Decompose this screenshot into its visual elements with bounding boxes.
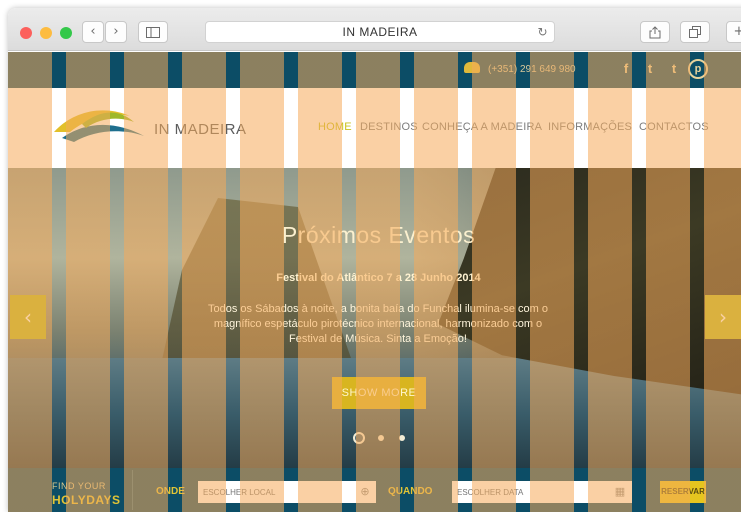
- sidebar-icon: [146, 27, 160, 38]
- address-text: IN MADEIRA: [342, 25, 418, 39]
- nav-destinos[interactable]: DESTINOS: [360, 121, 418, 133]
- chevron-right-icon: ›: [719, 305, 727, 329]
- onde-label: ONDE: [156, 486, 185, 497]
- date-input[interactable]: [452, 481, 632, 503]
- browser-titlebar: ‹ › IN MADEIRA ↻ +: [8, 8, 741, 51]
- hero-description: Todos os Sábados à noite, a bonita baía …: [208, 303, 548, 345]
- back-button[interactable]: ‹: [82, 21, 104, 43]
- next-slide-button[interactable]: ›: [705, 295, 741, 339]
- prev-slide-button[interactable]: ‹: [10, 295, 46, 339]
- hero-event-title: Festival do Atlântico 7 a 28 Junho 2014: [276, 272, 481, 284]
- zoom-window-button[interactable]: [60, 27, 72, 39]
- show-more-button[interactable]: SHOW MORE: [332, 377, 426, 409]
- pinterest-icon[interactable]: p: [688, 59, 708, 79]
- phone-icon: [464, 62, 480, 73]
- nav-conheca-a-madeira[interactable]: CONHEÇA A MADEIRA: [422, 121, 542, 133]
- close-window-button[interactable]: [20, 27, 32, 39]
- brand-name[interactable]: IN MADEIRA: [154, 121, 247, 138]
- holydays-label: HOLYDAYS: [52, 493, 121, 507]
- slide-dot-1[interactable]: [353, 432, 365, 444]
- reservar-button[interactable]: RESERVAR: [660, 481, 706, 503]
- share-icon: [649, 26, 661, 39]
- plus-icon: +: [733, 24, 741, 39]
- reload-icon[interactable]: ↻: [537, 22, 548, 42]
- nav-home[interactable]: HOME: [318, 121, 352, 133]
- address-bar[interactable]: IN MADEIRA ↻: [205, 21, 555, 43]
- phone-contact: (+351) 291 649 980: [464, 62, 576, 75]
- find-your-label: FIND YOUR: [52, 481, 106, 491]
- location-input[interactable]: [198, 481, 376, 503]
- calendar-icon[interactable]: ▦: [613, 485, 627, 499]
- sidebar-toggle-button[interactable]: [138, 21, 168, 43]
- site-topbar: (+351) 291 649 980 f t t p: [8, 52, 741, 88]
- hero-slider: Próximos Eventos Festival do Atlântico 7…: [8, 168, 741, 468]
- tumblr-icon[interactable]: t: [664, 59, 684, 79]
- booking-bar: FIND YOUR HOLYDAYS ONDE ⊕ QUANDO ▦ RESER…: [8, 468, 741, 512]
- slide-dot-3[interactable]: [399, 435, 405, 441]
- booking-divider: [132, 470, 133, 510]
- new-tab-button[interactable]: +: [726, 21, 741, 43]
- hero-title: Próximos Eventos: [281, 222, 476, 248]
- location-pin-icon[interactable]: ⊕: [358, 485, 372, 499]
- tabs-icon: [689, 26, 701, 38]
- back-icon: ‹: [90, 24, 96, 39]
- minimize-window-button[interactable]: [40, 27, 52, 39]
- phone-number: (+351) 291 649 980: [488, 64, 576, 75]
- facebook-icon[interactable]: f: [616, 59, 636, 79]
- quando-label: QUANDO: [388, 486, 433, 497]
- forward-button[interactable]: ›: [105, 21, 127, 43]
- logo-icon[interactable]: [52, 102, 152, 148]
- nav-contactos[interactable]: CONTACTOS: [639, 121, 709, 133]
- share-button[interactable]: [640, 21, 670, 43]
- twitter-icon[interactable]: t: [640, 59, 660, 79]
- chevron-left-icon: ‹: [24, 305, 32, 329]
- site-header: IN MADEIRA HOME DESTINOS CONHEÇA A MADEI…: [8, 88, 741, 168]
- nav-informacoes[interactable]: INFORMAÇÕES: [548, 121, 632, 133]
- forward-icon: ›: [113, 24, 119, 39]
- tabs-button[interactable]: [680, 21, 710, 43]
- browser-window: ‹ › IN MADEIRA ↻ + (+351) 291 649 980 f …: [8, 8, 741, 512]
- slide-dot-2[interactable]: [378, 435, 384, 441]
